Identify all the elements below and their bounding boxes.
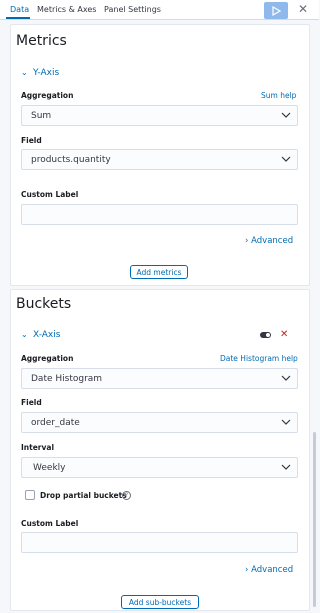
tab-metrics-axes[interactable]: Metrics & Axes xyxy=(37,5,96,14)
add-sub-buckets-button[interactable]: Add sub-buckets xyxy=(121,595,199,609)
chevron-down-icon xyxy=(281,112,291,118)
custom-label-label: Custom Label xyxy=(21,519,79,528)
custom-label-label: Custom Label xyxy=(21,190,79,199)
field-value: products.quantity xyxy=(31,155,111,165)
x-axis-agg: ⌄ X-Axis ✕ Aggregation Date Histogram he… xyxy=(11,323,309,591)
advanced-toggle[interactable]: › Advanced xyxy=(245,236,293,246)
field-label: Field xyxy=(21,136,42,145)
advanced-label: Advanced xyxy=(251,565,294,575)
aggregation-label: Aggregation xyxy=(21,91,74,100)
interval-value: Weekly xyxy=(33,463,66,473)
drop-partial-label[interactable]: Drop partial buckets xyxy=(40,491,127,500)
field-value: order_date xyxy=(31,418,80,428)
sum-help-link[interactable]: Sum help xyxy=(261,91,296,100)
active-tab-indicator xyxy=(6,17,30,19)
aggregation-select[interactable]: Date Histogram xyxy=(21,368,298,389)
aggregation-value: Date Histogram xyxy=(31,374,103,384)
metrics-panel: Metrics ⌄ Y-Axis Aggregation Sum help Su… xyxy=(10,24,310,286)
interval-select[interactable]: Weekly xyxy=(21,457,298,478)
advanced-toggle[interactable]: › Advanced xyxy=(245,565,293,575)
chevron-down-icon[interactable]: ⌄ xyxy=(21,331,28,339)
chevron-right-icon: › xyxy=(245,236,249,246)
field-select[interactable]: order_date xyxy=(21,412,298,433)
metrics-title: Metrics xyxy=(16,33,67,49)
chevron-down-icon xyxy=(281,419,291,425)
toggle-icon[interactable] xyxy=(260,332,271,338)
field-label: Field xyxy=(21,398,42,407)
close-icon[interactable]: ✕ xyxy=(298,3,308,15)
buckets-title: Buckets xyxy=(16,296,72,312)
drop-partial-checkbox[interactable] xyxy=(25,490,35,500)
field-select[interactable]: products.quantity xyxy=(21,149,298,170)
chevron-down-icon xyxy=(281,156,291,162)
aggregation-select[interactable]: Sum xyxy=(21,105,298,126)
aggregation-value: Sum xyxy=(31,111,52,121)
remove-icon[interactable]: ✕ xyxy=(280,330,288,340)
date-histogram-help-link[interactable]: Date Histogram help xyxy=(220,354,298,363)
chevron-right-icon: › xyxy=(245,565,249,575)
chevron-down-icon[interactable]: ⌄ xyxy=(21,69,28,77)
tab-panel-settings[interactable]: Panel Settings xyxy=(104,5,161,14)
chevron-down-icon xyxy=(281,464,291,470)
tab-data[interactable]: Data xyxy=(10,5,29,14)
x-axis-title[interactable]: X-Axis xyxy=(33,330,60,340)
interval-label: Interval xyxy=(21,443,55,452)
editor-tabs: Data Metrics & Axes Panel Settings ✕ xyxy=(0,0,319,20)
y-axis-title[interactable]: Y-Axis xyxy=(33,68,59,78)
scrollbar-thumb[interactable] xyxy=(313,432,316,607)
aggregation-label: Aggregation xyxy=(21,354,74,363)
apply-changes-button[interactable] xyxy=(264,2,288,19)
chevron-down-icon xyxy=(281,375,291,381)
custom-label-input[interactable] xyxy=(21,204,298,225)
buckets-panel: Buckets ⌄ X-Axis ✕ Aggregation Date Hist… xyxy=(10,289,310,611)
y-axis-agg: ⌄ Y-Axis Aggregation Sum help Sum Field … xyxy=(11,62,309,284)
play-icon xyxy=(271,5,281,16)
add-metrics-button[interactable]: Add metrics xyxy=(130,265,188,279)
advanced-label: Advanced xyxy=(251,236,294,246)
question-icon[interactable]: ? xyxy=(122,491,131,500)
custom-label-input[interactable] xyxy=(21,532,298,553)
